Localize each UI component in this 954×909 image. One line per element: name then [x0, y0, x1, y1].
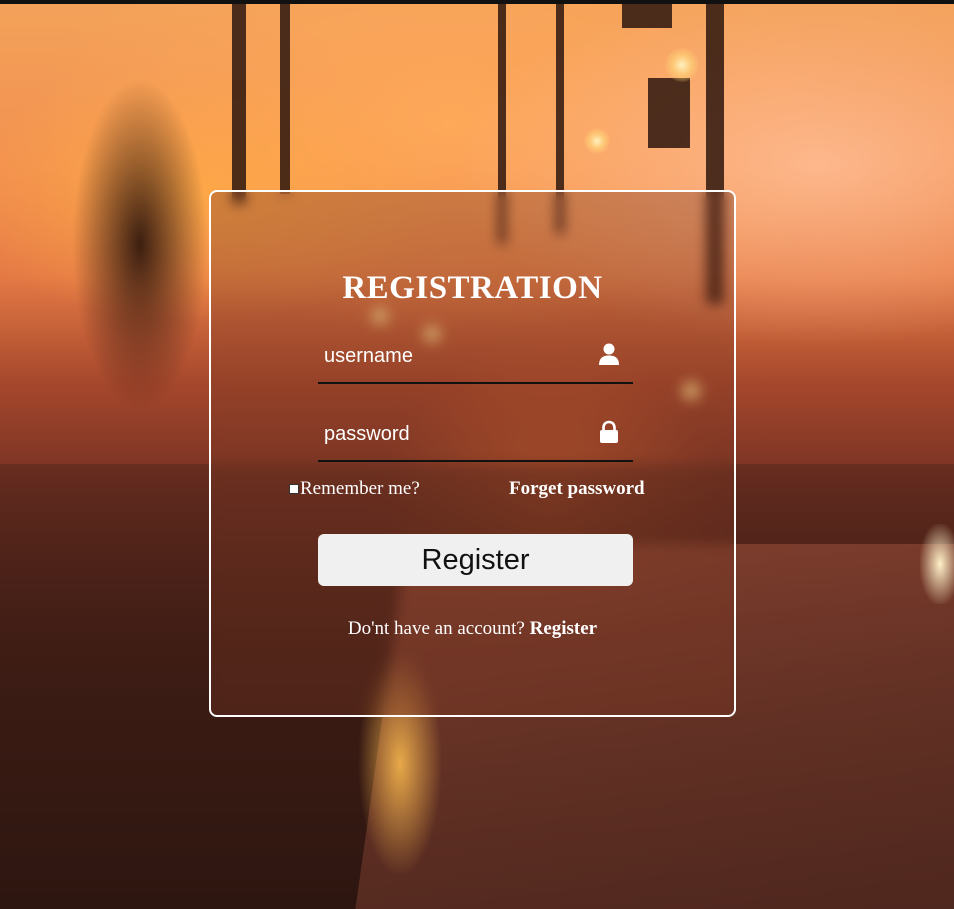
lock-icon: [598, 420, 620, 444]
register-link[interactable]: Register: [530, 618, 598, 639]
window-top-border: [0, 0, 954, 4]
form-options: Remember me? Forget password: [289, 478, 669, 502]
password-field: [318, 410, 633, 462]
user-icon: [598, 342, 620, 366]
username-field: [318, 332, 633, 384]
signup-prompt-text: Do'nt have an account?: [347, 618, 525, 639]
remember-label: Remember me?: [300, 478, 420, 499]
signup-prompt: Do'nt have an account? Register: [211, 618, 734, 640]
registration-card: REGISTRATION Remember me? Forget passwor…: [209, 190, 736, 717]
remember-checkbox[interactable]: [289, 484, 299, 494]
password-input[interactable]: [318, 410, 588, 458]
remember-me[interactable]: Remember me?: [289, 478, 420, 500]
forget-password-link[interactable]: Forget password: [509, 478, 645, 500]
register-button[interactable]: Register: [318, 534, 633, 586]
username-input[interactable]: [318, 332, 588, 380]
form-title: REGISTRATION: [342, 270, 603, 306]
